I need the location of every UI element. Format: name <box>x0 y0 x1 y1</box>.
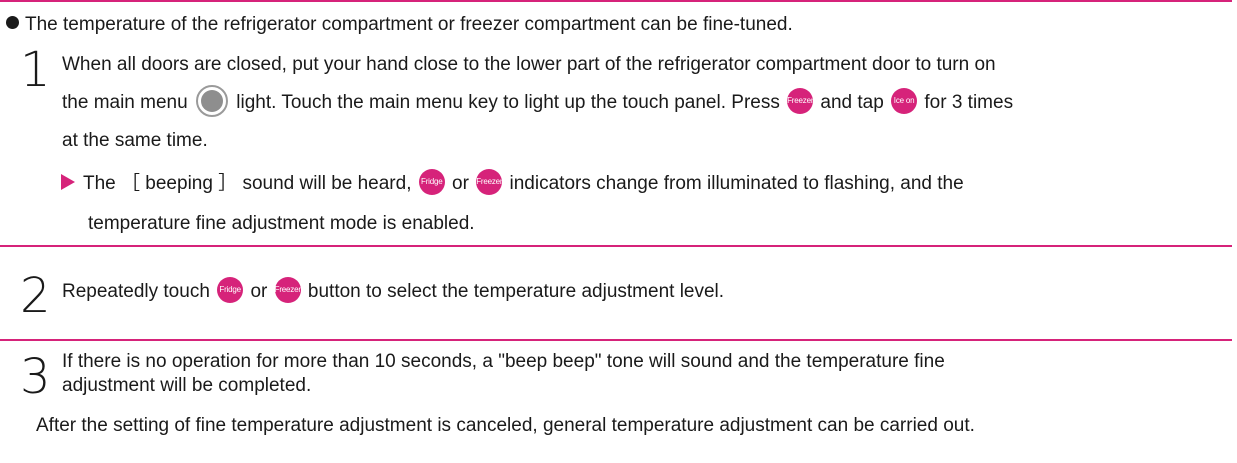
step1-line2-a: the main menu <box>62 92 188 113</box>
step1-result-b: or <box>452 173 469 194</box>
freezer-button-icon: Freezer <box>787 88 814 114</box>
ice-on-button-icon: Ice on <box>891 88 918 114</box>
step-number-2: 2 <box>20 268 51 324</box>
step-divider-1 <box>0 245 1232 247</box>
step3-line2: adjustment will be completed. <box>62 375 312 396</box>
step3-note: After the setting of fine temperature ad… <box>36 415 975 436</box>
step1-result-a: The ［ beeping ］ sound will be heard, <box>83 173 412 194</box>
step1-line2-b: light. Touch the main menu key to light … <box>236 92 780 113</box>
fridge-button-icon: Fridge <box>217 277 244 303</box>
bullet-icon <box>6 16 19 29</box>
step1-result-c: indicators change from illuminated to fl… <box>509 173 964 194</box>
step1-result-line1: The ［ beeping ］ sound will be heard, Fri… <box>61 165 964 203</box>
freezer-button-icon: Freezer <box>274 277 301 303</box>
triangle-arrow-icon <box>61 174 75 190</box>
fridge-indicator-icon: Fridge <box>418 169 445 195</box>
step1-line3: at the same time. <box>62 130 208 151</box>
step2-text-c: button to select the temperature adjustm… <box>307 281 725 302</box>
intro-line: The temperature of the refrigerator comp… <box>6 14 793 36</box>
step-number-3: 3 <box>20 349 51 405</box>
step-number-1: 1 <box>20 42 51 98</box>
step1-line2-c: and tap <box>820 92 884 113</box>
top-divider <box>0 0 1232 2</box>
freezer-indicator-icon: Freezer <box>476 169 503 195</box>
step2-line: Repeatedly touch Fridge or Freezer butto… <box>62 273 724 311</box>
step-divider-2 <box>0 339 1232 341</box>
step1-result-line2: temperature fine adjustment mode is enab… <box>88 213 475 234</box>
step2-text-b: or <box>250 281 268 302</box>
step1-line2: the main menu light. Touch the main menu… <box>62 84 1013 122</box>
step1-line2-d: for 3 times <box>924 92 1014 113</box>
step3-line1: If there is no operation for more than 1… <box>62 351 945 372</box>
step1-line1: When all doors are closed, put your hand… <box>62 54 996 75</box>
main-menu-icon <box>195 85 228 117</box>
step2-text-a: Repeatedly touch <box>62 281 210 302</box>
intro-text: The temperature of the refrigerator comp… <box>25 14 793 35</box>
